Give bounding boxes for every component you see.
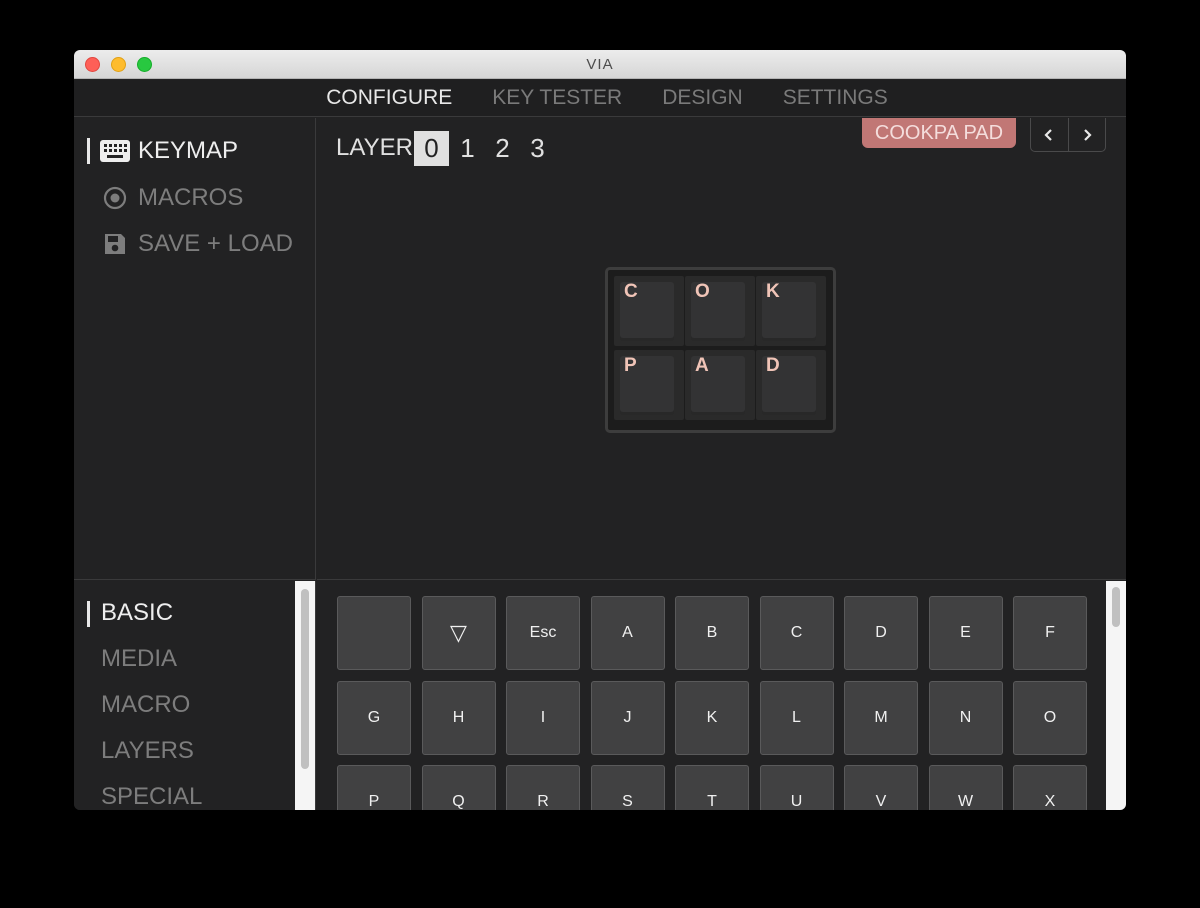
keycode-grid: ▽ Esc A B C D E F G H I J K L M N O P Q R S T U V W X	[317, 581, 1126, 810]
keycode-button[interactable]	[337, 596, 411, 670]
keycodes-scrollbar[interactable]	[1106, 581, 1126, 810]
keycode-button[interactable]: N	[928, 680, 1003, 755]
scrollbar-thumb[interactable]	[1112, 587, 1120, 627]
keyboard-name-badge: COOKPA PAD	[862, 118, 1016, 148]
chevron-left-icon	[1044, 128, 1053, 141]
sidebar-item-label: KEYMAP	[138, 137, 239, 164]
sidebar-item-label: MACROS	[138, 184, 244, 211]
layout-key[interactable]: O	[685, 276, 755, 346]
layer-1-button[interactable]: 1	[450, 131, 485, 166]
keyboard-icon	[100, 139, 130, 163]
previous-keyboard-button[interactable]	[1031, 118, 1069, 151]
keycode-button[interactable]: D	[844, 596, 918, 670]
sidebar: KEYMAP MACROS SAVE + LOAD	[74, 118, 316, 580]
floppy-disk-icon	[100, 232, 130, 256]
record-icon	[100, 186, 130, 210]
layout-key[interactable]: P	[614, 350, 684, 420]
keycode-button[interactable]: Q	[421, 765, 496, 810]
keycode-button[interactable]: ▽	[421, 596, 496, 670]
next-keyboard-button[interactable]	[1069, 118, 1106, 151]
via-window: VIA CONFIGURE KEY TESTER DESIGN SETTINGS…	[74, 50, 1126, 810]
layer-label: LAYER	[336, 134, 413, 161]
layout-key[interactable]: D	[756, 350, 826, 420]
sidebar-selection-indicator	[87, 138, 90, 164]
category-basic[interactable]: BASIC	[101, 599, 173, 627]
category-media[interactable]: MEDIA	[101, 645, 177, 673]
keycode-button[interactable]: M	[844, 680, 918, 755]
keycode-button[interactable]: F	[1013, 596, 1087, 670]
keycode-button[interactable]: K	[675, 680, 749, 755]
category-special[interactable]: SPECIAL	[101, 783, 202, 810]
sidebar-item-label: SAVE + LOAD	[138, 230, 293, 257]
sidebar-item-save-load[interactable]: SAVE + LOAD	[100, 229, 293, 259]
keycode-button[interactable]: I	[506, 680, 580, 755]
layer-2-button[interactable]: 2	[485, 131, 520, 166]
keycode-button[interactable]: C	[759, 596, 834, 670]
keycode-button[interactable]: J	[590, 680, 665, 755]
chevron-right-icon	[1083, 128, 1092, 141]
window-title: VIA	[586, 56, 614, 73]
layout-key[interactable]: A	[685, 350, 755, 420]
layer-3-button[interactable]: 3	[520, 131, 555, 166]
layout-key[interactable]: C	[614, 276, 684, 346]
sidebar-item-macros[interactable]: MACROS	[100, 183, 243, 213]
keycode-button[interactable]: E	[928, 596, 1003, 670]
keycode-button[interactable]: Esc	[506, 596, 580, 670]
layout-key[interactable]: K	[756, 276, 826, 346]
layer-0-button[interactable]: 0	[414, 131, 449, 166]
top-menu: CONFIGURE KEY TESTER DESIGN SETTINGS	[74, 80, 1126, 117]
keycode-button[interactable]: V	[844, 765, 918, 810]
keycode-categories: BASIC MEDIA MACRO LAYERS SPECIAL	[74, 581, 316, 810]
keycode-button[interactable]: P	[337, 765, 411, 810]
keycode-button[interactable]: A	[590, 596, 665, 670]
menu-settings[interactable]: SETTINGS	[783, 80, 888, 116]
keyboard-layout: C O K P A D	[605, 267, 836, 433]
keycode-button[interactable]: B	[675, 596, 749, 670]
keycode-button[interactable]: H	[421, 680, 496, 755]
title-bar: VIA	[74, 50, 1126, 79]
keycode-button[interactable]: X	[1013, 765, 1087, 810]
keycode-button[interactable]: R	[506, 765, 580, 810]
scrollbar-thumb[interactable]	[301, 589, 309, 769]
menu-configure[interactable]: CONFIGURE	[326, 80, 452, 116]
keycode-button[interactable]: O	[1013, 680, 1087, 755]
category-selection-indicator	[87, 601, 90, 627]
keymap-editor: LAYER 0 1 2 3 COOKPA PAD C O K P A D	[317, 118, 1126, 580]
menu-design[interactable]: DESIGN	[662, 80, 743, 116]
keyboard-nav	[1030, 118, 1106, 152]
keycode-button[interactable]: T	[675, 765, 749, 810]
sidebar-item-keymap[interactable]: KEYMAP	[100, 136, 238, 166]
keycode-button[interactable]: S	[590, 765, 665, 810]
keycode-button[interactable]: G	[337, 680, 411, 755]
keycode-button[interactable]: U	[759, 765, 834, 810]
category-layers[interactable]: LAYERS	[101, 737, 194, 765]
keycode-button[interactable]: W	[928, 765, 1003, 810]
keycode-button[interactable]: L	[759, 680, 834, 755]
menu-key-tester[interactable]: KEY TESTER	[492, 80, 622, 116]
categories-scrollbar[interactable]	[295, 581, 315, 810]
category-macro[interactable]: MACRO	[101, 691, 190, 719]
